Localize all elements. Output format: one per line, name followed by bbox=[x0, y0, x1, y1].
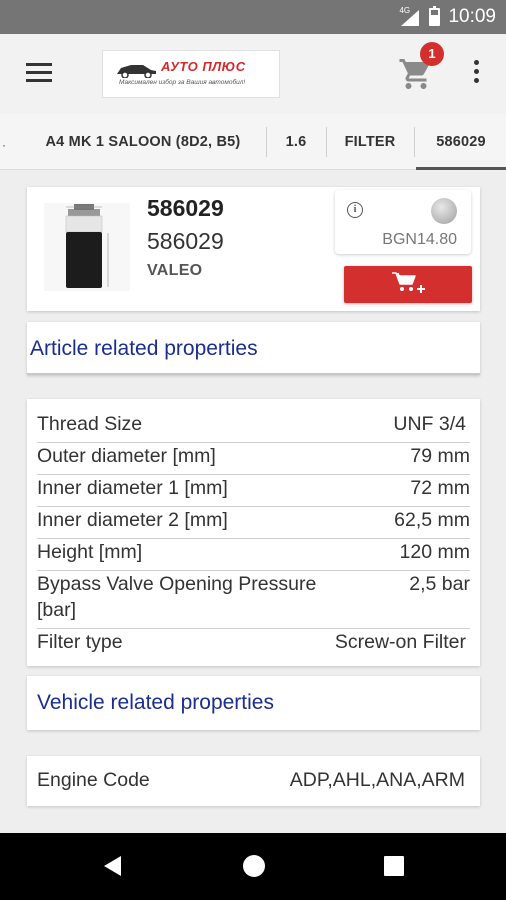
info-icon[interactable]: i bbox=[347, 202, 363, 218]
breadcrumb-overflow-icon[interactable]: · bbox=[2, 138, 6, 152]
recents-icon[interactable] bbox=[353, 833, 433, 900]
property-row: Inner diameter 2 [mm] 62,5 mm bbox=[37, 509, 470, 539]
add-to-cart-button[interactable] bbox=[344, 266, 472, 303]
signal-icon: 4G bbox=[399, 6, 421, 26]
property-row: Height [mm] 120 mm bbox=[37, 541, 470, 571]
breadcrumb-item-article[interactable]: 586029 bbox=[416, 114, 506, 170]
article-properties-header[interactable]: Article related properties bbox=[27, 322, 480, 375]
property-key: Inner diameter 1 [mm] bbox=[37, 477, 228, 499]
vehicle-properties-table: Engine Code ADP,AHL,ANA,ARM bbox=[27, 756, 480, 806]
product-price: BGN14.80 bbox=[382, 231, 457, 248]
hamburger-icon[interactable] bbox=[26, 63, 52, 83]
property-key: Outer diameter [mm] bbox=[37, 445, 216, 467]
breadcrumb: · A4 MK 1 SALOON (8D2, B5) 1.6 FILTER 58… bbox=[0, 114, 506, 170]
property-value: 62,5 mm bbox=[394, 509, 470, 531]
product-title: 586029 bbox=[147, 195, 224, 221]
breadcrumb-divider bbox=[266, 127, 267, 157]
battery-icon bbox=[429, 6, 441, 26]
app-bar: АУТО ПЛЮС Максимален избор за Вашия авто… bbox=[0, 34, 506, 114]
property-key: Inner diameter 2 [mm] bbox=[37, 509, 228, 531]
property-key: Filter type bbox=[37, 631, 123, 653]
property-row: Thread Size UNF 3/4 bbox=[37, 413, 470, 443]
property-row: Engine Code ADP,AHL,ANA,ARM bbox=[37, 769, 470, 799]
property-value: 120 mm bbox=[399, 541, 470, 563]
article-properties-table: Thread Size UNF 3/4 Outer diameter [mm] … bbox=[27, 399, 480, 666]
status-bar: 4G 10:09 bbox=[0, 0, 506, 34]
section-title-article: Article related properties bbox=[30, 336, 258, 360]
section-underline bbox=[27, 373, 480, 375]
breadcrumb-item-model[interactable]: A4 MK 1 SALOON (8D2, B5) bbox=[28, 114, 258, 170]
property-row: Outer diameter [mm] 79 mm bbox=[37, 445, 470, 475]
property-value: 79 mm bbox=[410, 445, 470, 467]
property-key: Engine Code bbox=[37, 769, 150, 791]
property-key-continuation: [bar] bbox=[37, 599, 77, 621]
property-value: 2,5 bar bbox=[409, 573, 470, 595]
breadcrumb-divider bbox=[326, 127, 327, 157]
add-cart-icon bbox=[392, 272, 425, 293]
home-icon[interactable] bbox=[213, 833, 293, 900]
property-value: Screw-on Filter bbox=[334, 631, 466, 653]
availability-indicator bbox=[431, 198, 457, 224]
logo-brand-text: АУТО ПЛЮС bbox=[161, 59, 246, 74]
breadcrumb-divider bbox=[414, 127, 415, 157]
vehicle-properties-header[interactable]: Vehicle related properties bbox=[27, 676, 480, 730]
price-box: i BGN14.80 bbox=[335, 190, 471, 254]
property-row: Filter type Screw-on Filter bbox=[37, 631, 470, 661]
product-image[interactable] bbox=[44, 203, 130, 291]
property-row: Bypass Valve Opening Pressure [bar] 2,5 … bbox=[37, 573, 470, 629]
property-key: Bypass Valve Opening Pressure bbox=[37, 573, 317, 595]
product-number: 586029 bbox=[147, 228, 224, 254]
property-value: 72 mm bbox=[410, 477, 470, 499]
more-vert-icon[interactable] bbox=[470, 60, 482, 88]
breadcrumb-item-engine[interactable]: 1.6 bbox=[272, 114, 320, 170]
car-logo-icon bbox=[117, 65, 156, 78]
product-card: 586029 586029 VALEO i BGN14.80 bbox=[27, 187, 480, 311]
property-key: Thread Size bbox=[37, 413, 143, 435]
breadcrumb-item-category[interactable]: FILTER bbox=[330, 114, 410, 170]
property-value: ADP,AHL,ANA,ARM bbox=[289, 769, 465, 791]
property-key: Height [mm] bbox=[37, 541, 143, 563]
property-row: Inner diameter 1 [mm] 72 mm bbox=[37, 477, 470, 507]
cart-count-badge: 1 bbox=[420, 42, 444, 66]
logo-tagline: Максимален избор за Вашия автомобил! bbox=[119, 79, 246, 86]
back-icon[interactable] bbox=[73, 833, 153, 900]
product-brand: VALEO bbox=[147, 262, 203, 279]
app-logo[interactable]: АУТО ПЛЮС Максимален избор за Вашия авто… bbox=[102, 50, 280, 98]
clock: 10:09 bbox=[448, 6, 496, 27]
system-nav-bar bbox=[0, 833, 506, 900]
section-title-vehicle: Vehicle related properties bbox=[37, 691, 274, 714]
property-value: UNF 3/4 bbox=[393, 413, 466, 435]
